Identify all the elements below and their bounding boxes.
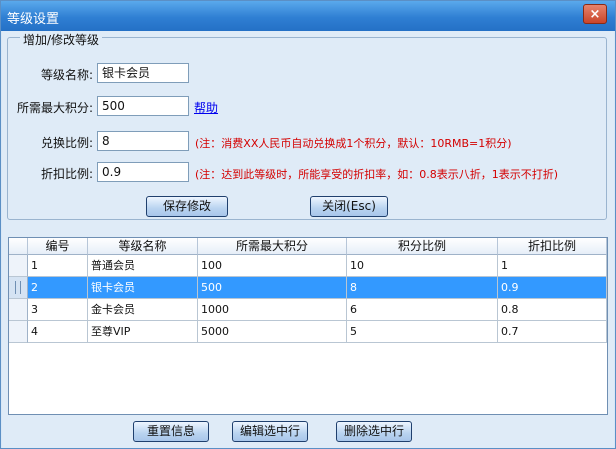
- cell-max-points[interactable]: 1000: [198, 299, 347, 321]
- window-content: 增加/修改等级 等级名称: 银卡会员 所需最大积分: 500 帮助 兑换比例: …: [2, 31, 614, 448]
- cell-discount-ratio[interactable]: 0.8: [498, 299, 607, 321]
- cell-points-ratio[interactable]: 6: [347, 299, 498, 321]
- edit-selected-row-button[interactable]: 编辑选中行: [232, 421, 308, 442]
- row-selector[interactable]: [9, 321, 28, 343]
- column-header-level-name[interactable]: 等级名称: [88, 238, 198, 255]
- cell-max-points[interactable]: 500: [198, 277, 347, 299]
- cell-max-points[interactable]: 100: [198, 255, 347, 277]
- cell-max-points[interactable]: 5000: [198, 321, 347, 343]
- discount-ratio-input[interactable]: 0.9: [97, 162, 189, 182]
- discount-ratio-label: 折扣比例:: [40, 167, 93, 181]
- table-row[interactable]: 1 普通会员 100 10 1: [9, 255, 607, 277]
- column-header-id[interactable]: 编号: [28, 238, 88, 255]
- cell-points-ratio[interactable]: 10: [347, 255, 498, 277]
- table-row[interactable]: 4 至尊VIP 5000 5 0.7: [9, 321, 607, 343]
- reset-button[interactable]: 重置信息: [133, 421, 209, 442]
- column-header-discount-ratio[interactable]: 折扣比例: [498, 238, 607, 255]
- column-header-max-points[interactable]: 所需最大积分: [198, 238, 347, 255]
- help-link[interactable]: 帮助: [194, 99, 218, 116]
- close-button[interactable]: 关闭(Esc): [310, 196, 388, 217]
- row-selector[interactable]: [9, 255, 28, 277]
- table-row-selected[interactable]: 2 银卡会员 500 8 0.9: [9, 277, 607, 299]
- row-selector[interactable]: [9, 299, 28, 321]
- current-row-marker-icon: [15, 281, 21, 294]
- cell-level-name[interactable]: 至尊VIP: [88, 321, 198, 343]
- row-header-corner: [9, 238, 28, 255]
- close-icon[interactable]: ×: [583, 4, 607, 24]
- cell-level-name[interactable]: 金卡会员: [88, 299, 198, 321]
- discount-ratio-note: (注：达到此等级时，所能享受的折扣率，如：0.8表示八折，1表示不打折): [195, 168, 559, 181]
- cell-id[interactable]: 3: [28, 299, 88, 321]
- exchange-ratio-label: 兑换比例:: [40, 136, 93, 150]
- cell-discount-ratio[interactable]: 1: [498, 255, 607, 277]
- group-legend: 增加/修改等级: [20, 31, 103, 48]
- row-selector[interactable]: [9, 277, 28, 299]
- cell-discount-ratio[interactable]: 0.7: [498, 321, 607, 343]
- cell-points-ratio[interactable]: 8: [347, 277, 498, 299]
- column-header-points-ratio[interactable]: 积分比例: [347, 238, 498, 255]
- max-points-label: 所需最大积分:: [16, 101, 93, 115]
- exchange-ratio-input[interactable]: 8: [97, 131, 189, 151]
- cell-id[interactable]: 4: [28, 321, 88, 343]
- level-name-label: 等级名称:: [40, 68, 93, 82]
- add-edit-level-group: 增加/修改等级 等级名称: 银卡会员 所需最大积分: 500 帮助 兑换比例: …: [7, 31, 607, 220]
- cell-level-name[interactable]: 银卡会员: [88, 277, 198, 299]
- cell-level-name[interactable]: 普通会员: [88, 255, 198, 277]
- title-bar[interactable]: 等级设置 ×: [1, 1, 615, 31]
- level-settings-window: 等级设置 × 增加/修改等级 等级名称: 银卡会员 所需最大积分: 500 帮助…: [0, 0, 616, 449]
- cell-discount-ratio[interactable]: 0.9: [498, 277, 607, 299]
- exchange-ratio-note: (注：消费XX人民币自动兑换成1个积分，默认：10RMB=1积分): [195, 137, 512, 150]
- window-title: 等级设置: [7, 12, 60, 27]
- save-button[interactable]: 保存修改: [146, 196, 228, 217]
- cell-id[interactable]: 1: [28, 255, 88, 277]
- level-table: 编号 等级名称 所需最大积分 积分比例 折扣比例 1 普通会员 100 10 1…: [8, 237, 608, 415]
- delete-selected-row-button[interactable]: 删除选中行: [336, 421, 412, 442]
- max-points-input[interactable]: 500: [97, 96, 189, 116]
- level-name-input[interactable]: 银卡会员: [97, 63, 189, 83]
- cell-id[interactable]: 2: [28, 277, 88, 299]
- cell-points-ratio[interactable]: 5: [347, 321, 498, 343]
- table-row[interactable]: 3 金卡会员 1000 6 0.8: [9, 299, 607, 321]
